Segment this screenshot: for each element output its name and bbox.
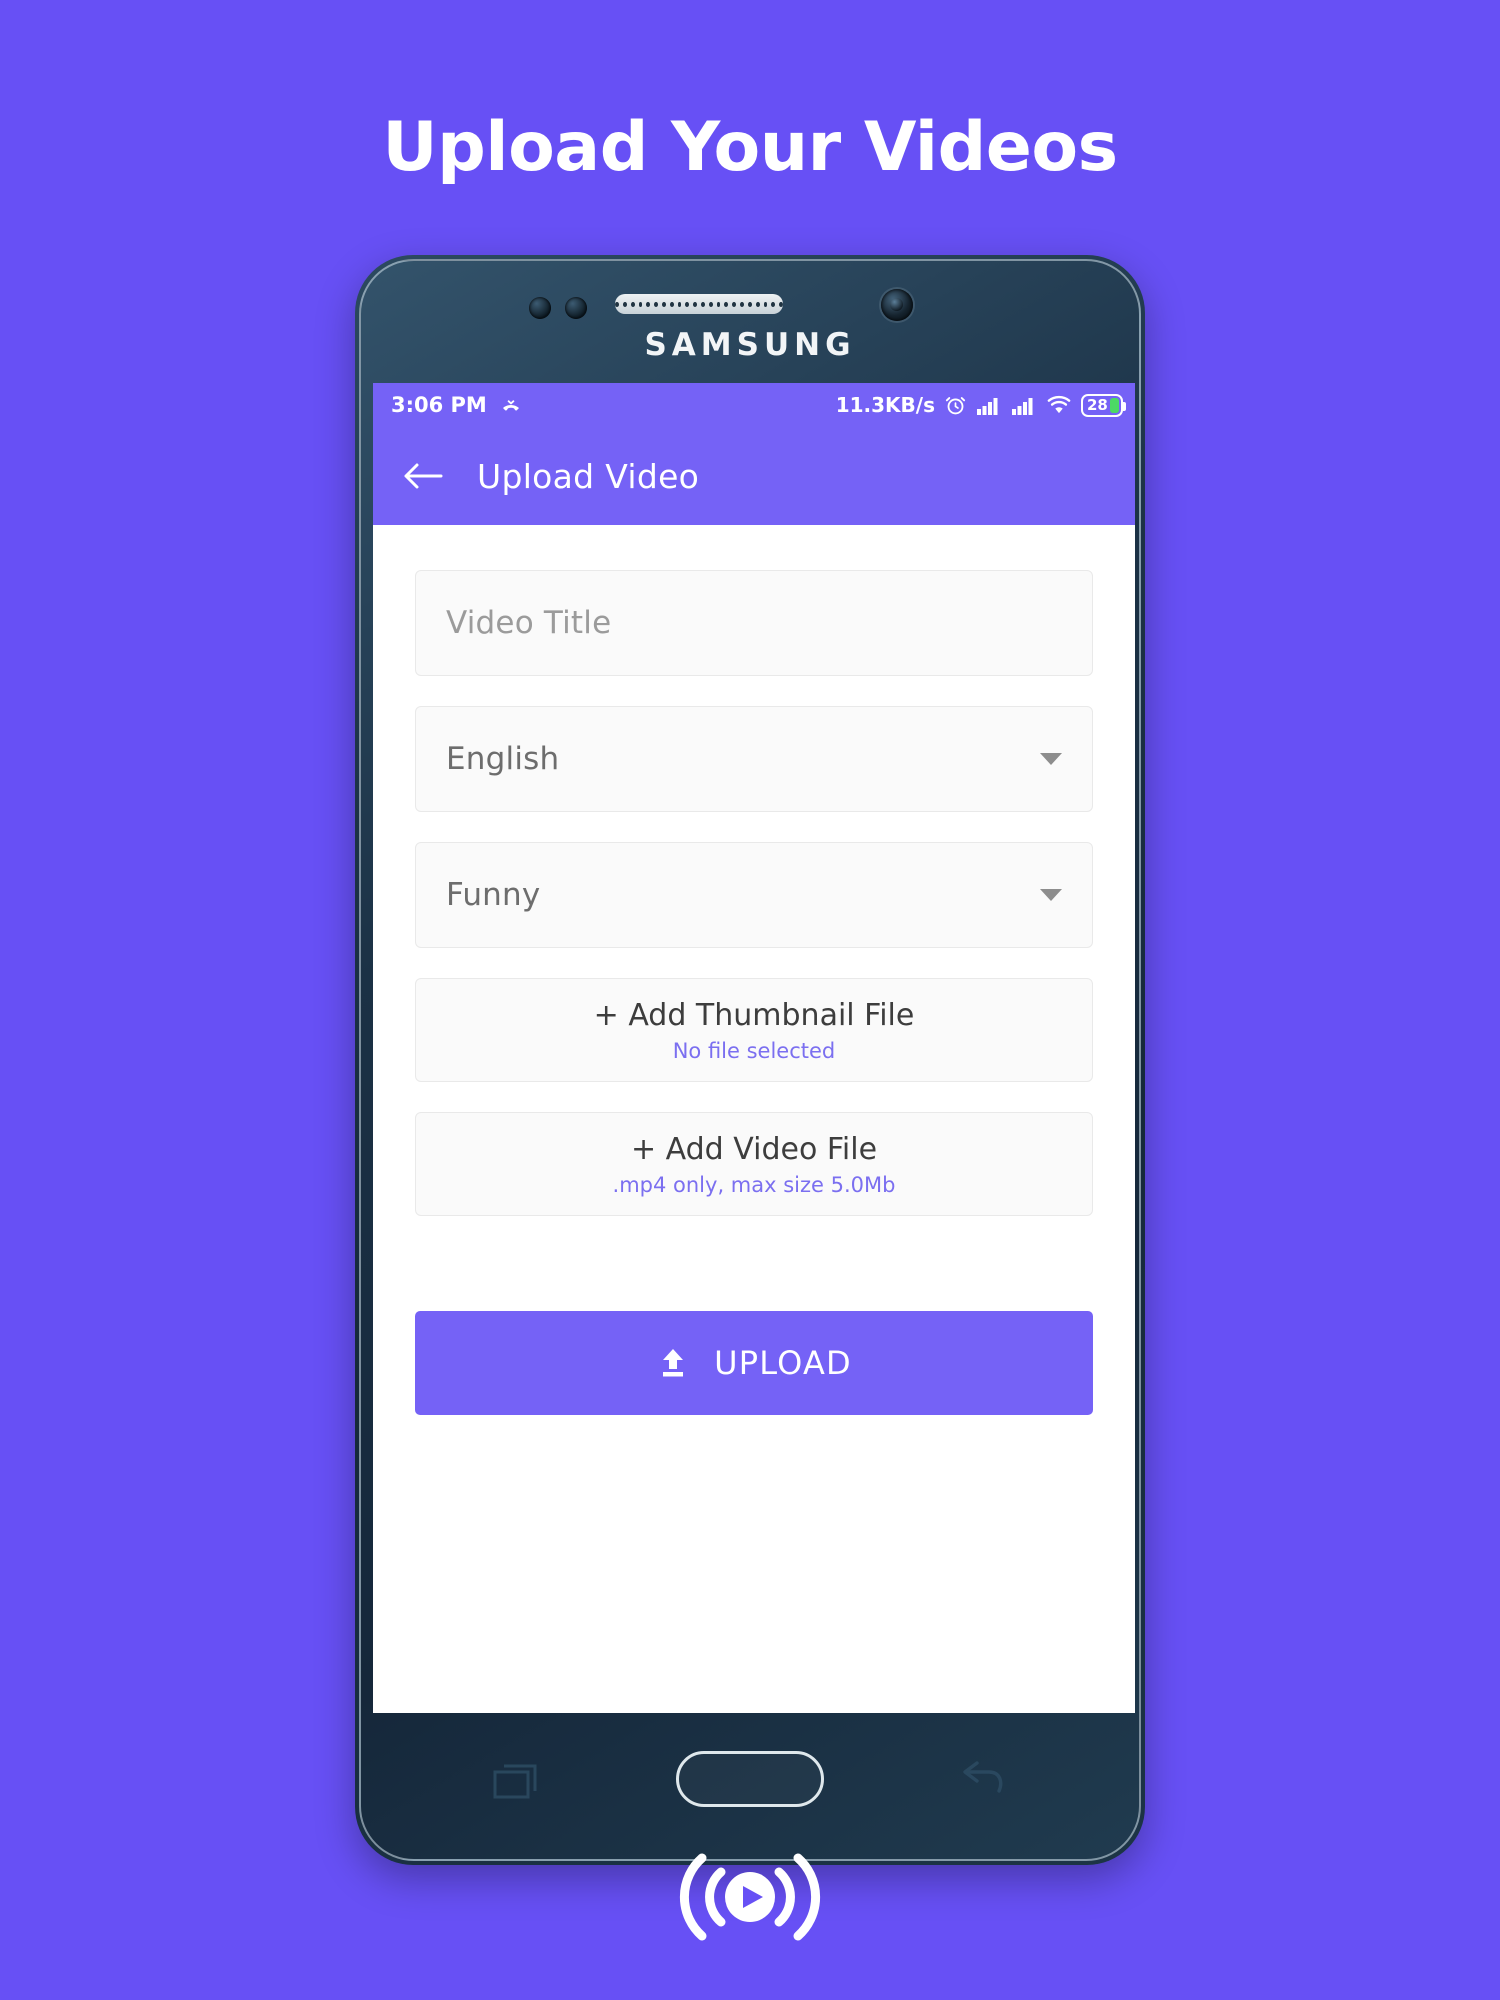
back-icon[interactable] — [954, 1755, 1008, 1803]
app-bar-title: Upload Video — [477, 456, 700, 496]
status-bar-right: 11.3KB/s 28 — [835, 393, 1126, 417]
video-title-input[interactable]: Video Title — [415, 570, 1093, 676]
add-video-file-label: + Add Video File — [630, 1131, 878, 1167]
wifi-icon — [1047, 395, 1071, 414]
proximity-sensor-icon — [529, 297, 551, 319]
phone-top-bezel: SAMSUNG — [361, 261, 1139, 383]
thumbnail-file-status: No file selected — [672, 1038, 836, 1063]
category-select[interactable]: Funny — [415, 842, 1093, 948]
video-title-placeholder: Video Title — [446, 605, 612, 641]
phone-screen: 3:06 PM 11.3KB/s 28 Upload Video Video T… — [373, 383, 1135, 1713]
recents-icon[interactable] — [492, 1755, 546, 1803]
phone-mockup: SAMSUNG 3:06 PM 11.3KB/s 28 Upload Video… — [355, 255, 1145, 1865]
upload-button-label: UPLOAD — [714, 1344, 852, 1382]
upload-form: Video Title English Funny + Add Thumbnai… — [373, 525, 1135, 1415]
power-button[interactable] — [1139, 601, 1141, 711]
battery-level-label: 28 — [1087, 395, 1108, 414]
chevron-down-icon — [1040, 889, 1062, 901]
signal-bars-icon — [1012, 398, 1033, 415]
add-thumbnail-file-label: + Add Thumbnail File — [593, 997, 915, 1033]
add-video-file-button[interactable]: + Add Video File .mp4 only, max size 5.0… — [415, 1112, 1093, 1216]
network-speed-label: 11.3KB/s — [835, 393, 935, 417]
volume-up-button[interactable] — [359, 531, 361, 627]
page-title: Upload Your Videos — [382, 108, 1118, 187]
home-button[interactable] — [676, 1751, 824, 1807]
category-select-value: Funny — [446, 877, 541, 913]
add-thumbnail-file-button[interactable]: + Add Thumbnail File No file selected — [415, 978, 1093, 1082]
upload-icon — [663, 1349, 684, 1377]
live-broadcast-play-icon — [679, 1853, 821, 1941]
language-select-value: English — [446, 741, 560, 777]
phone-frame: SAMSUNG 3:06 PM 11.3KB/s 28 Upload Video… — [359, 259, 1141, 1861]
app-bar: Upload Video — [373, 427, 1135, 525]
battery-icon: 28 — [1081, 393, 1126, 417]
volume-down-button[interactable] — [359, 661, 361, 757]
back-arrow-icon[interactable] — [403, 460, 443, 492]
status-time: 3:06 PM — [391, 393, 487, 417]
language-select[interactable]: English — [415, 706, 1093, 812]
missed-call-icon — [502, 400, 519, 411]
battery-fill — [1110, 397, 1119, 413]
signal-bars-icon — [977, 398, 998, 415]
video-file-hint: .mp4 only, max size 5.0Mb — [612, 1172, 896, 1197]
status-bar: 3:06 PM 11.3KB/s 28 — [373, 383, 1135, 427]
chevron-down-icon — [1040, 753, 1062, 765]
upload-button[interactable]: UPLOAD — [415, 1311, 1093, 1415]
earpiece-speaker-icon — [615, 294, 783, 314]
phone-brand-label: SAMSUNG — [644, 327, 856, 363]
light-sensor-icon — [565, 297, 587, 319]
front-camera-icon — [881, 289, 913, 321]
alarm-clock-icon — [945, 396, 966, 414]
status-bar-left: 3:06 PM — [391, 393, 523, 417]
phone-bottom-bezel — [361, 1699, 1139, 1859]
app-logo — [0, 1842, 1500, 1952]
